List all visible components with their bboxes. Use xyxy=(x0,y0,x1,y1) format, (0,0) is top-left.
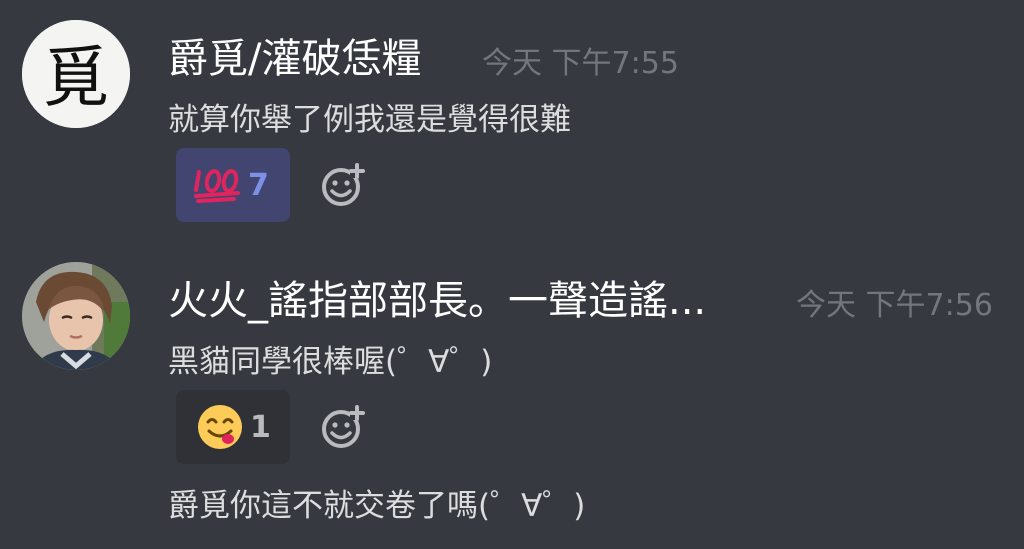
avatar[interactable] xyxy=(22,262,130,370)
reaction-yum-face[interactable]: 1 xyxy=(176,390,290,464)
add-reaction-button[interactable] xyxy=(320,162,366,208)
message-text: 就算你舉了例我還是覺得很難 xyxy=(168,102,571,138)
avatar-photo-image xyxy=(22,262,130,370)
message-text: 黑貓同學很棒喔(゜∀゜) xyxy=(168,344,493,380)
message-text-followup: 爵覓你這不就交卷了嗎(゜∀゜) xyxy=(168,488,586,524)
timestamp: 今天 下午7:55 xyxy=(482,46,679,81)
svg-text:覓: 覓 xyxy=(43,39,109,116)
reaction-count: 1 xyxy=(250,409,271,445)
hundred-points-emoji-icon xyxy=(194,169,240,203)
yum-face-emoji-icon xyxy=(198,405,242,449)
add-reaction-icon xyxy=(322,163,365,206)
username[interactable]: 爵覓/灌破恁糧 xyxy=(168,26,421,84)
reaction-count: 7 xyxy=(248,167,269,203)
avatar[interactable]: 覓 xyxy=(22,20,130,128)
timestamp: 今天 下午7:56 xyxy=(796,288,993,323)
add-reaction-icon xyxy=(322,405,365,448)
add-reaction-button[interactable] xyxy=(320,404,366,450)
avatar-calligraphy-image: 覓 xyxy=(22,20,130,128)
reaction-hundred-points[interactable]: 7 xyxy=(176,148,290,222)
username[interactable]: 火火_謠指部部長。一聲造謠... xyxy=(168,268,706,326)
chat-message-list: 覓 爵覓/灌破恁糧 今天 下午7:55 就算你舉了例我還是覺得很難 7 火火_謠… xyxy=(0,0,1024,549)
